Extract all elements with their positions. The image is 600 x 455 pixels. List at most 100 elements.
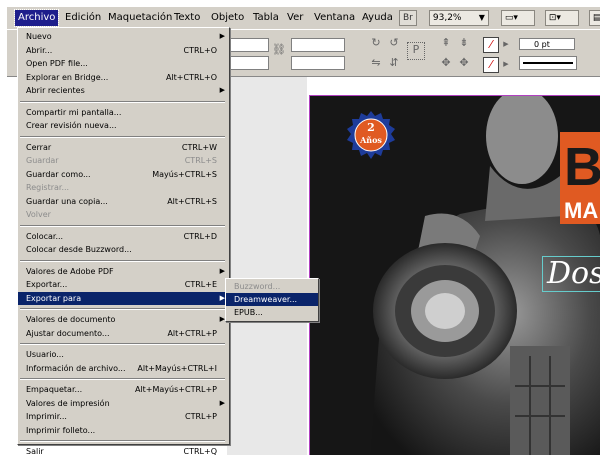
menu-item-empaquetar[interactable]: Empaquetar... Alt+Mayús+CTRL+P bbox=[18, 383, 229, 396]
poster-subtitle[interactable]: Dos bbox=[542, 256, 600, 292]
ref-x-field[interactable] bbox=[229, 38, 269, 52]
select-container-icon[interactable]: ⇞ bbox=[439, 36, 453, 50]
menu-item-shortcut: CTRL+S bbox=[184, 156, 217, 165]
badge-label: Años bbox=[360, 135, 382, 145]
menu-item-label: Empaquetar... bbox=[26, 385, 83, 394]
fill-dropdown-icon[interactable]: ▶ bbox=[499, 37, 513, 51]
menu-separator bbox=[20, 135, 225, 138]
menu-texto[interactable]: Texto bbox=[171, 10, 203, 26]
menu-item-imprimir[interactable]: Imprimir... CTRL+P bbox=[18, 410, 229, 423]
menu-ayuda[interactable]: Ayuda bbox=[359, 10, 396, 26]
menu-item-guardar-una-copia[interactable]: Guardar una copia... Alt+CTRL+S bbox=[18, 195, 229, 208]
menu-item-colocar[interactable]: Colocar... CTRL+D bbox=[18, 230, 229, 243]
zoom-level-select[interactable]: 93,2% ▼ bbox=[428, 10, 489, 26]
menu-item-label: Cerrar bbox=[26, 142, 52, 152]
menu-item-label: Ajustar documento... bbox=[26, 328, 110, 338]
stroke-none-icon[interactable]: ⁄ bbox=[483, 57, 499, 73]
menu-item-abrir-recientes[interactable]: Abrir recientes ▶ bbox=[18, 84, 229, 97]
menu-ver[interactable]: Ver bbox=[284, 10, 306, 26]
menu-item-abrir[interactable]: Abrir... CTRL+O bbox=[18, 44, 229, 57]
flip-h-icon[interactable]: ⇋ bbox=[369, 56, 383, 70]
menu-item-guardar-como[interactable]: Guardar como... Mayús+CTRL+S bbox=[18, 168, 229, 181]
menu-maquetacion[interactable]: Maquetación bbox=[105, 10, 175, 26]
arrange-documents-button[interactable]: ▤▾ bbox=[588, 10, 600, 26]
menu-item-nuevo[interactable]: Nuevo ▶ bbox=[18, 30, 229, 43]
menu-edicion[interactable]: Edición bbox=[62, 10, 104, 26]
menu-item-cerrar[interactable]: Cerrar CTRL+W bbox=[18, 141, 229, 154]
menu-item-label: Nuevo bbox=[26, 32, 52, 41]
menu-item-ajustar-documento[interactable]: Ajustar documento... Alt+CTRL+P bbox=[18, 327, 229, 340]
menu-separator bbox=[20, 440, 225, 442]
submenu-item-label: Buzzword... bbox=[234, 282, 281, 291]
scale-x-field[interactable] bbox=[291, 38, 345, 52]
pasteboard bbox=[227, 77, 307, 455]
menu-item-label: Abrir... bbox=[26, 45, 53, 55]
poster-title-small: MA bbox=[564, 198, 599, 223]
menu-item-usuario[interactable]: Usuario... bbox=[18, 348, 229, 361]
menu-item-label: Compartir mi pantalla... bbox=[26, 107, 122, 117]
stroke-type-field[interactable] bbox=[519, 56, 577, 70]
submenu-epub[interactable]: EPUB... bbox=[226, 306, 318, 319]
menu-item-shortcut: CTRL+P bbox=[184, 412, 217, 421]
menu-ventana[interactable]: Ventana bbox=[311, 10, 358, 26]
select-content-icon[interactable]: ⇟ bbox=[457, 36, 471, 50]
document-page[interactable]: 2 Años B MA Dos bbox=[309, 95, 600, 455]
bridge-button[interactable]: Br bbox=[399, 10, 417, 26]
menu-item-valores-de-documento[interactable]: Valores de documento ▶ bbox=[18, 313, 229, 326]
menu-item-label: Valores de Adobe PDF bbox=[26, 266, 114, 276]
menu-item-label: Valores de impresión bbox=[26, 398, 110, 408]
menu-item-exportar-para[interactable]: Exportar para ▶ bbox=[18, 291, 229, 305]
menu-item-shortcut: CTRL+Q bbox=[183, 447, 218, 455]
menu-item-label: Colocar... bbox=[26, 231, 64, 241]
rotate-cw-icon[interactable]: ↻ bbox=[369, 36, 383, 50]
menu-item-label: Usuario... bbox=[26, 350, 64, 359]
menu-item-imprimir-folleto[interactable]: Imprimir folleto... bbox=[18, 424, 229, 437]
menu-separator bbox=[20, 100, 225, 103]
select-next-icon[interactable]: ✥ bbox=[457, 56, 471, 70]
menu-item-crear-revision-nueva[interactable]: Crear revisión nueva... bbox=[18, 119, 229, 132]
menu-item-label: Valores de documento bbox=[26, 315, 116, 324]
fill-none-icon[interactable]: ⁄ bbox=[483, 37, 499, 53]
export-for-submenu: Buzzword... Dreamweaver... EPUB... bbox=[225, 278, 319, 322]
menu-item-label: Salir bbox=[26, 447, 44, 455]
menu-item-exportar[interactable]: Exportar... CTRL+E bbox=[18, 278, 229, 291]
submenu-arrow-icon: ▶ bbox=[219, 266, 225, 275]
menu-tabla[interactable]: Tabla bbox=[250, 10, 282, 26]
flip-v-icon[interactable]: ⇵ bbox=[387, 56, 401, 70]
select-prev-icon[interactable]: ✥ bbox=[439, 56, 453, 70]
menu-item-colocar-desde-buzzword[interactable]: Colocar desde Buzzword... bbox=[18, 243, 229, 256]
submenu-item-label: Dreamweaver... bbox=[234, 295, 298, 304]
view-options-button[interactable]: ⊡▾ bbox=[544, 10, 579, 26]
menu-item-explorar-en-bridge[interactable]: Explorar en Bridge... Alt+CTRL+O bbox=[18, 71, 229, 84]
app-bar-right: Br 93,2% ▼ ▭▾ ⊡▾ ▤▾ bbox=[399, 9, 600, 27]
menu-item-label: Exportar para bbox=[26, 293, 82, 303]
submenu-buzzword: Buzzword... bbox=[226, 280, 318, 293]
stroke-weight-field[interactable]: 0 pt bbox=[519, 38, 575, 50]
menu-item-shortcut: CTRL+E bbox=[184, 280, 217, 289]
submenu-dreamweaver[interactable]: Dreamweaver... bbox=[226, 293, 318, 306]
stroke-dropdown-icon[interactable]: ▶ bbox=[499, 57, 513, 71]
submenu-item-label: EPUB... bbox=[234, 308, 263, 317]
screen-mode-button[interactable]: ▭▾ bbox=[500, 10, 535, 26]
menu-item-informacion-de-archivo[interactable]: Información de archivo... Alt+Mayús+CTRL+… bbox=[18, 362, 229, 375]
menu-item-compartir-mi-pantalla[interactable]: Compartir mi pantalla... bbox=[18, 106, 229, 119]
menu-item-label: Registrar... bbox=[26, 183, 70, 192]
menu-item-label: Información de archivo... bbox=[26, 363, 126, 373]
menu-archivo[interactable]: Archivo bbox=[13, 9, 60, 27]
menu-item-shortcut: Alt+CTRL+S bbox=[167, 196, 217, 206]
menu-objeto[interactable]: Objeto bbox=[208, 10, 247, 26]
menu-item-valores-de-adobe-pdf[interactable]: Valores de Adobe PDF ▶ bbox=[18, 265, 229, 278]
corner-options-icon[interactable]: P bbox=[407, 42, 425, 60]
zoom-level-value: 93,2% bbox=[432, 13, 462, 23]
scale-y-field[interactable] bbox=[291, 56, 345, 70]
ref-y-field[interactable] bbox=[229, 56, 269, 70]
indesign-window: Archivo Edición Maquetación Texto Objeto… bbox=[7, 7, 600, 455]
menu-item-salir[interactable]: Salir CTRL+Q bbox=[18, 445, 229, 455]
menu-item-shortcut: CTRL+O bbox=[183, 45, 218, 55]
menu-item-shortcut: CTRL+W bbox=[181, 142, 217, 152]
constrain-chain-icon[interactable]: ⛓ bbox=[272, 43, 286, 57]
rotate-ccw-icon[interactable]: ↺ bbox=[387, 36, 401, 50]
menu-item-open-pdf-file[interactable]: Open PDF file... bbox=[18, 57, 229, 70]
menu-item-valores-de-impresion[interactable]: Valores de impresión ▶ bbox=[18, 397, 229, 410]
menu-item-label: Explorar en Bridge... bbox=[26, 72, 109, 82]
